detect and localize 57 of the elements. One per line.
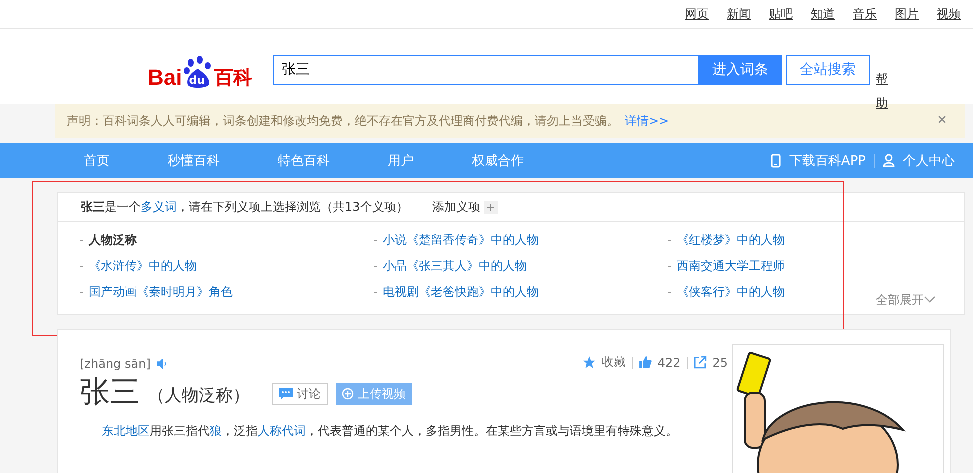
share-icon	[694, 356, 707, 369]
speaker-icon[interactable]	[156, 359, 167, 369]
nav-item[interactable]: 权威合作	[472, 152, 524, 170]
sense-item[interactable]: 电视剧《老爸快跑》中的人物	[383, 284, 539, 301]
like-count[interactable]: 422	[658, 356, 681, 370]
chat-icon	[279, 388, 293, 400]
share-count[interactable]: 25	[712, 356, 728, 370]
top-nav-link[interactable]: 新闻	[727, 6, 751, 22]
nav-item[interactable]: 秒懂百科	[168, 152, 220, 170]
sense-item[interactable]: 《侠客行》中的人物	[677, 284, 785, 301]
close-button[interactable]: ×	[932, 111, 953, 131]
thumbs-up-icon	[638, 356, 652, 369]
summary-link[interactable]: 东北地区	[102, 424, 150, 438]
top-nav-link[interactable]: 图片	[895, 6, 919, 22]
polysemy-intro: 张三是一个多义词，请在下列义项上选择浏览（共13个义项）	[81, 198, 408, 216]
download-app-link[interactable]: 下载百科APP	[789, 152, 866, 170]
logo-text: Bai	[148, 67, 182, 89]
add-sense-link[interactable]: 添加义项	[432, 198, 480, 216]
top-nav-link[interactable]: 网页	[685, 6, 709, 22]
chevron-icon	[924, 296, 936, 304]
sense-item[interactable]: 小说《楚留香传奇》中的人物	[383, 232, 539, 249]
logo-text: 百科	[214, 67, 252, 89]
entry-title: 张三	[80, 375, 140, 411]
sense-item[interactable]: 小品《张三其人》中的人物	[383, 258, 527, 275]
top-nav-link[interactable]: 视频	[937, 6, 961, 22]
notice-text: 声明：百科词条人人可编辑，词条创建和修改均免费，绝不存在官方及代理商付费代编，请勿上当受骗。	[67, 112, 619, 130]
sense-item[interactable]: 西南交通大学工程师	[677, 258, 785, 275]
entry-subtitle: （人物泛称）	[148, 385, 250, 407]
pinyin-text: [zhāng sān]	[80, 357, 151, 371]
phone-icon	[771, 154, 782, 168]
nav-item[interactable]: 特色百科	[278, 152, 330, 170]
site-search-button[interactable]: 全站搜索	[786, 55, 870, 85]
enter-entry-button[interactable]: 进入词条	[699, 55, 782, 85]
collect-link[interactable]: 收藏	[602, 354, 626, 371]
top-nav-link[interactable]: 音乐	[853, 6, 877, 22]
top-nav-link[interactable]: 知道	[811, 6, 835, 22]
sense-item[interactable]: 《水浒传》中的人物	[89, 258, 197, 275]
logo-text: du	[189, 75, 205, 87]
nav-item[interactable]: 首页	[84, 152, 110, 170]
paw-icon	[183, 55, 214, 89]
summary-link[interactable]: 人称代词	[258, 424, 306, 438]
top-nav-link[interactable]: 贴吧	[769, 6, 793, 22]
user-center-link[interactable]: 个人中心	[903, 152, 955, 170]
details-link[interactable]: 详情>>	[625, 112, 670, 130]
star-icon	[582, 356, 596, 369]
sense-item[interactable]: 国产动画《秦时明月》角色	[89, 284, 233, 301]
user-icon	[883, 154, 895, 167]
help-link[interactable]: 帮助	[876, 67, 888, 115]
summary-link[interactable]: 狼	[210, 424, 222, 438]
expand-all-button[interactable]: 全部展开	[870, 291, 942, 310]
sense-item[interactable]: 《红楼梦》中的人物	[677, 232, 785, 249]
nav-item[interactable]: 用户	[388, 152, 414, 170]
plus-circle-icon	[342, 388, 354, 400]
sense-item[interactable]: 人物泛称	[89, 232, 137, 249]
search-field[interactable]: 张三	[273, 55, 699, 85]
discuss-button[interactable]: 讨论	[272, 383, 328, 405]
add-icon[interactable]: +	[484, 200, 498, 214]
